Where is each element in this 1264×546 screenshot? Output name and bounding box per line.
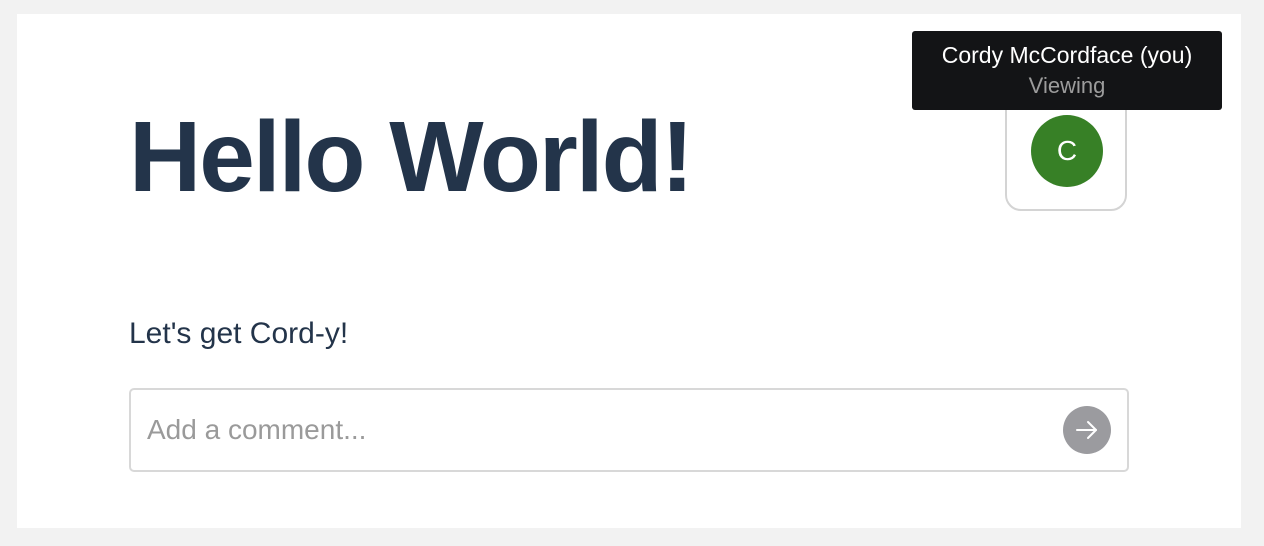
comment-input[interactable] [147, 410, 1047, 450]
send-button[interactable] [1063, 406, 1111, 454]
page-title: Hello World! [129, 101, 694, 213]
arrow-right-icon [1076, 421, 1097, 439]
tooltip-status: Viewing [1028, 73, 1106, 98]
presence-tooltip: Cordy McCordface (you) Viewing [912, 31, 1222, 110]
comment-composer [129, 388, 1129, 472]
avatar[interactable]: C [1031, 115, 1103, 187]
page-card: Hello World! C Let's get Cord-y! Cordy M… [17, 14, 1241, 528]
tooltip-user-name: Cordy McCordface (you) [941, 42, 1193, 68]
page-subtitle: Let's get Cord-y! [129, 317, 349, 350]
